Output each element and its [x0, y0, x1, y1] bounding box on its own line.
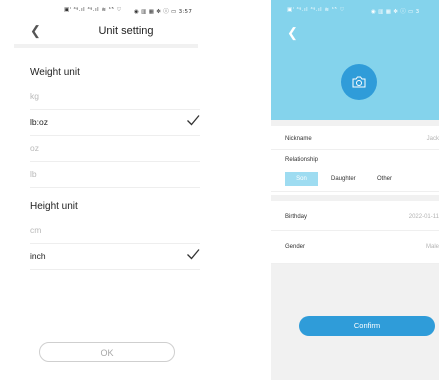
height-unit-option-cm[interactable]: cm [30, 218, 200, 244]
unit-label: lb:oz [30, 117, 48, 127]
status-indicators-left: ▣ᴵ ⁴ᵍ.ıl ⁴ᵍ.ıl ≋ ¹⁵ ♡ [287, 7, 345, 13]
nickname-value[interactable]: Jack [427, 136, 439, 142]
unit-label: oz [30, 143, 39, 153]
header: ❮ Unit setting [14, 20, 198, 48]
unit-label: cm [30, 225, 42, 235]
gender-row[interactable]: Gender Male [271, 231, 439, 264]
weight-unit-heading: Weight unit [30, 67, 80, 78]
weight-unit-option-lboz[interactable]: lb:oz [30, 110, 200, 136]
height-unit-option-inch[interactable]: inch [30, 244, 200, 270]
confirm-button[interactable]: Confirm [299, 316, 435, 336]
unit-label: kg [30, 91, 39, 101]
back-arrow-icon[interactable]: ❮ [30, 23, 41, 39]
ok-button[interactable]: OK [39, 342, 175, 362]
gender-value[interactable]: Male [426, 244, 439, 250]
weight-unit-option-oz[interactable]: oz [30, 136, 200, 162]
nickname-label: Nickname [285, 136, 312, 142]
status-indicators-right: ◉ ▥ ▦ ✻ ⓘ ▭ 3 [371, 9, 420, 15]
page-title: Unit setting [98, 25, 154, 37]
avatar-upload-button[interactable] [341, 64, 377, 100]
nickname-row[interactable]: Nickname Jack [271, 126, 439, 150]
profile-screen: ▣ᴵ ⁴ᵍ.ıl ⁴ᵍ.ıl ≋ ¹⁵ ♡ ◉ ▥ ▦ ✻ ⓘ ▭ 3 ❮ Ni… [271, 0, 439, 380]
weight-unit-option-kg[interactable]: kg [30, 84, 200, 110]
back-arrow-icon[interactable]: ❮ [287, 25, 298, 41]
status-bar: ▣ᴵ ⁴ᵍ.ıl ⁴ᵍ.ıl ≋ ¹⁵ ♡ ◉ ▥ ▦ ✻ ⓘ ▭ 3 [271, 0, 439, 20]
relationship-option-daughter[interactable]: Daughter [331, 172, 356, 186]
birthday-row[interactable]: Birthday 2022-01-11 [271, 201, 439, 231]
status-indicators-left: ▣ᴵ ⁴ᵍ.ıl ⁴ᵍ.ıl ≋ ¹⁵ ♡ [64, 7, 122, 13]
gender-label: Gender [285, 244, 306, 250]
camera-icon [352, 76, 366, 88]
unit-label: inch [30, 251, 46, 261]
unit-setting-screen: ▣ᴵ ⁴ᵍ.ıl ⁴ᵍ.ıl ≋ ¹⁵ ♡ ◉ ▥ ▦ ✻ ⓘ ▭ 3:57 ❮… [14, 0, 200, 380]
status-bar: ▣ᴵ ⁴ᵍ.ıl ⁴ᵍ.ıl ≋ ¹⁵ ♡ ◉ ▥ ▦ ✻ ⓘ ▭ 3:57 [14, 0, 198, 20]
weight-unit-option-lb[interactable]: lb [30, 162, 200, 188]
profile-header: ▣ᴵ ⁴ᵍ.ıl ⁴ᵍ.ıl ≋ ¹⁵ ♡ ◉ ▥ ▦ ✻ ⓘ ▭ 3 ❮ [271, 0, 439, 120]
height-unit-heading: Height unit [30, 201, 78, 212]
relationship-option-other[interactable]: Other [377, 172, 392, 186]
checkmark-icon [187, 249, 200, 260]
unit-label: lb [30, 169, 37, 179]
relationship-option-son[interactable]: Son [285, 172, 318, 186]
status-indicators-right: ◉ ▥ ▦ ✻ ⓘ ▭ 3:57 [134, 9, 193, 15]
page: ▣ᴵ ⁴ᵍ.ıl ⁴ᵍ.ıl ≋ ¹⁵ ♡ ◉ ▥ ▦ ✻ ⓘ ▭ 3:57 ❮… [0, 0, 439, 380]
relationship-label: Relationship [285, 157, 319, 163]
birthday-value[interactable]: 2022-01-11 [409, 214, 439, 220]
checkmark-icon [187, 115, 200, 126]
birthday-label: Birthday [285, 214, 308, 220]
